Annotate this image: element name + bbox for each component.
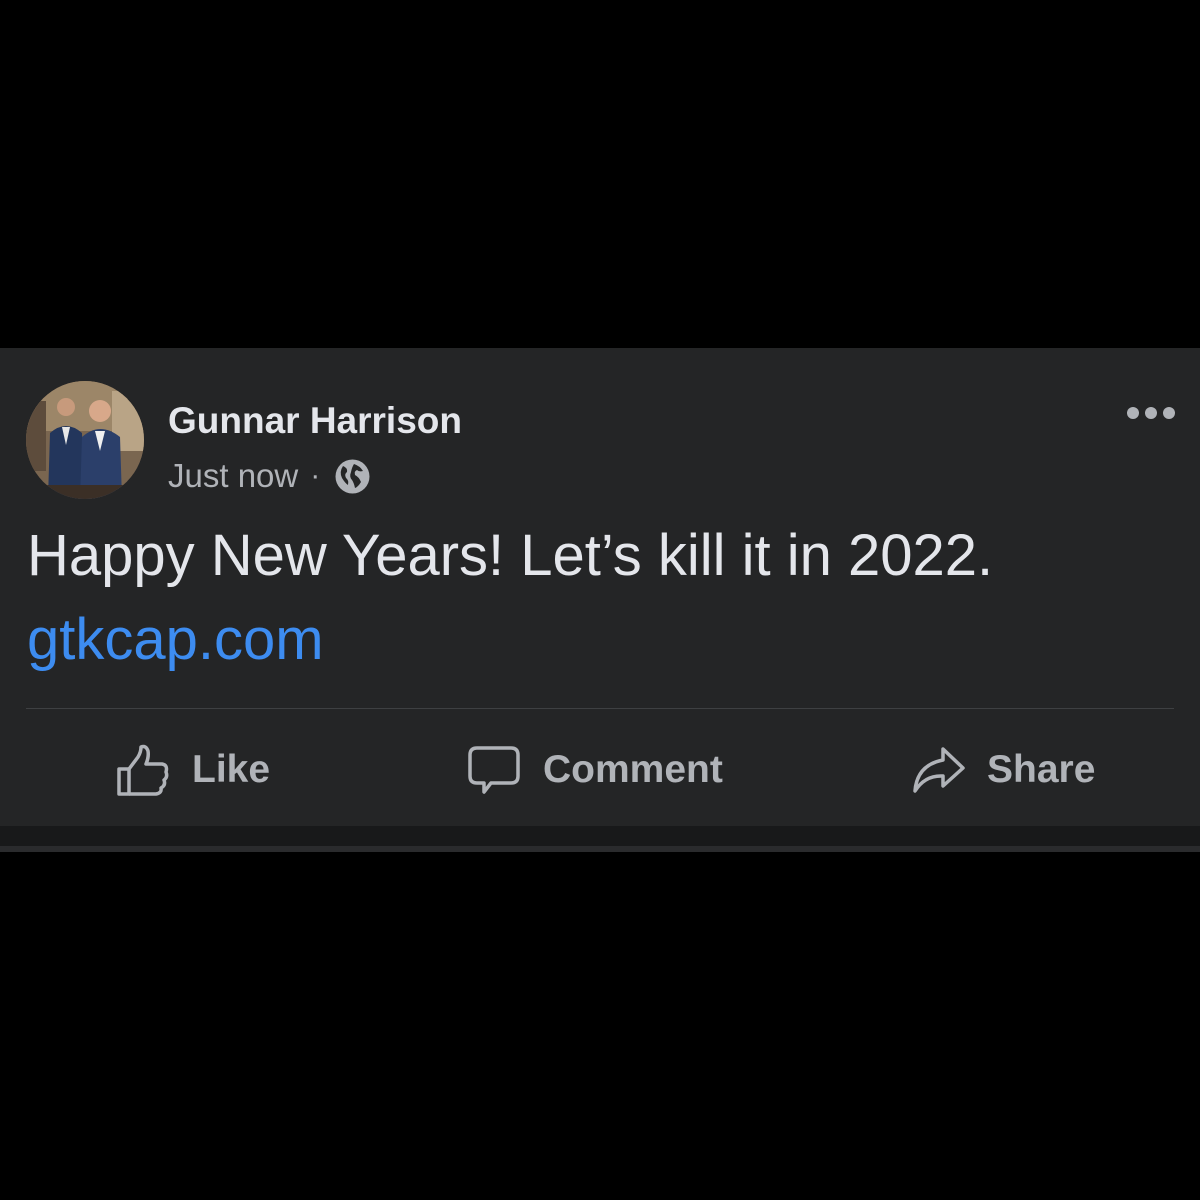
like-label: Like bbox=[192, 748, 271, 791]
post-meta: Just now · bbox=[168, 455, 371, 497]
action-bar: Like Comment Share bbox=[0, 730, 1200, 810]
meta-separator: · bbox=[310, 459, 321, 492]
more-options-icon bbox=[1127, 407, 1175, 419]
comment-label: Comment bbox=[543, 748, 723, 791]
actions-divider bbox=[26, 708, 1174, 709]
card-bottom-strip bbox=[0, 826, 1200, 846]
avatar-photo bbox=[26, 381, 144, 499]
thumbs-up-icon bbox=[116, 743, 170, 797]
post-link[interactable]: gtkcap.com bbox=[27, 604, 324, 676]
share-label: Share bbox=[987, 748, 1096, 791]
share-button[interactable]: Share bbox=[911, 730, 1095, 810]
share-icon bbox=[911, 743, 965, 797]
author-name[interactable]: Gunnar Harrison bbox=[168, 400, 462, 442]
globe-icon[interactable] bbox=[334, 458, 371, 495]
comment-icon bbox=[467, 743, 521, 797]
like-button[interactable]: Like bbox=[116, 730, 270, 810]
post-text: Happy New Years! Let’s kill it in 2022. bbox=[27, 523, 994, 588]
author-avatar[interactable] bbox=[26, 381, 144, 499]
card-bottom-border bbox=[0, 846, 1200, 852]
post-timestamp[interactable]: Just now bbox=[168, 457, 298, 495]
comment-button[interactable]: Comment bbox=[467, 730, 723, 810]
more-options-button[interactable] bbox=[1122, 398, 1180, 428]
